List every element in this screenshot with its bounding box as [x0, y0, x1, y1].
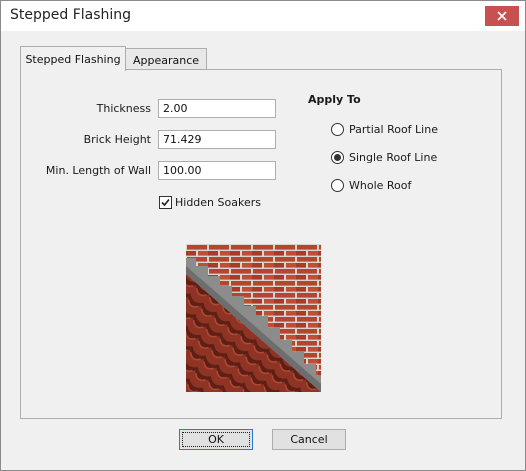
thickness-label: Thickness [96, 102, 151, 115]
window-title: Stepped Flashing [10, 7, 132, 23]
preview-illustration [186, 244, 321, 392]
radio-selected-dot [334, 154, 341, 161]
active-tab-joint [21, 69, 123, 71]
hidden-soakers-checkbox[interactable] [159, 196, 172, 209]
radio-label: Partial Roof Line [349, 123, 438, 136]
radio-label: Whole Roof [349, 179, 412, 192]
title-bar[interactable]: Stepped Flashing [1, 1, 525, 31]
min-length-label: Min. Length of Wall [45, 164, 151, 177]
stepped-flashing-preview [186, 244, 321, 392]
min-length-input[interactable]: 100.00 [158, 161, 276, 180]
tab-label: Appearance [132, 53, 200, 67]
brick-height-label: Brick Height [83, 133, 151, 146]
dialog-window: Stepped Flashing Stepped Flashing Appear… [0, 0, 526, 471]
hidden-soakers-label: Hidden Soakers [175, 196, 261, 209]
tab-stepped-flashing[interactable]: Stepped Flashing [20, 46, 126, 71]
tab-label: Stepped Flashing [25, 52, 121, 66]
cancel-label: Cancel [290, 433, 328, 446]
focus-rectangle [182, 432, 250, 447]
thickness-input[interactable]: 2.00 [158, 99, 276, 118]
radio-single-roof-line[interactable] [331, 151, 344, 164]
close-icon [497, 11, 507, 21]
radio-whole-roof[interactable] [331, 179, 344, 192]
radio-label: Single Roof Line [349, 151, 438, 164]
apply-to-heading: Apply To [308, 93, 361, 106]
brick-height-input[interactable]: 71.429 [158, 130, 276, 149]
close-button[interactable] [485, 6, 519, 26]
checkmark-icon [161, 198, 170, 207]
cancel-button[interactable]: Cancel [272, 429, 346, 450]
tab-appearance[interactable]: Appearance [125, 48, 207, 71]
radio-partial-roof-line[interactable] [331, 123, 344, 136]
ok-button[interactable]: OK [179, 429, 253, 450]
